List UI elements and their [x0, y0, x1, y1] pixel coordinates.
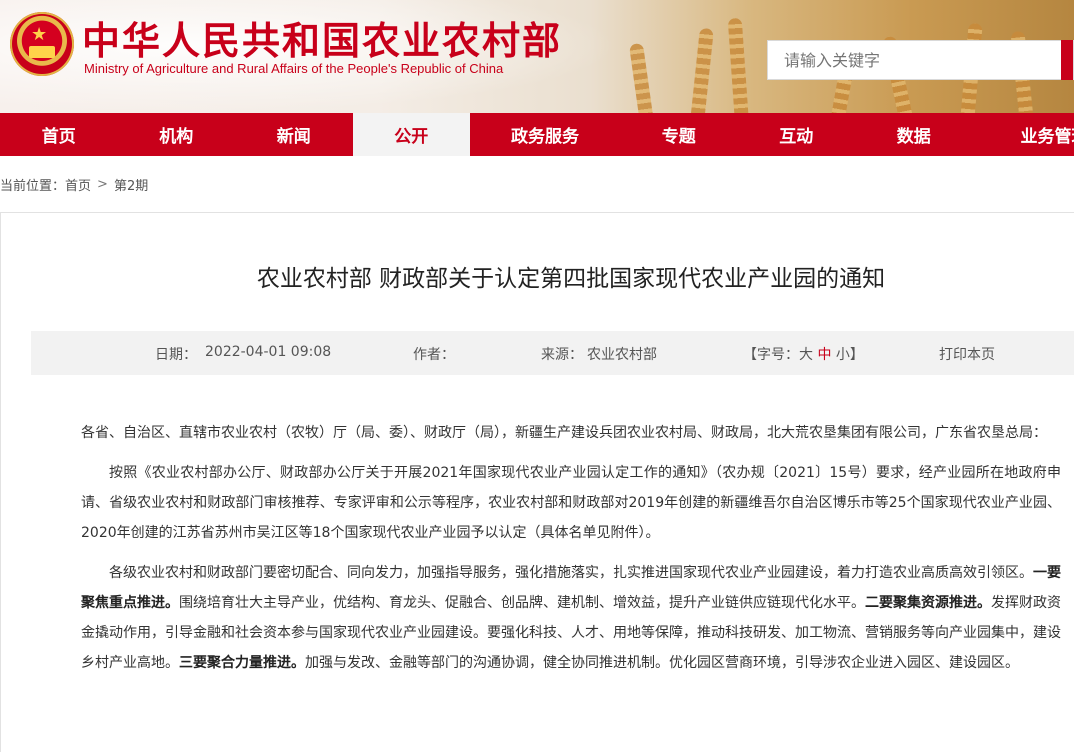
breadcrumb-current-link[interactable]: 第2期: [114, 175, 148, 194]
article-title: 农业农村部 财政部关于认定第四批国家现代农业产业园的通知: [1, 259, 1074, 293]
nav-item-business[interactable]: 业务管理: [973, 113, 1074, 156]
breadcrumb: 当前位置： 首页 > 第2期: [0, 156, 1074, 212]
search-button[interactable]: [1061, 40, 1073, 80]
paragraph-text: 各级农业农村和财政部门要密切配合、同向发力，加强指导服务，强化措施落实，扎实推进…: [109, 565, 1033, 581]
wheat-decoration: [629, 43, 654, 113]
paragraph-text: 围绕培育壮大主导产业，优结构、育龙头、促融合、创品牌、建机制、增效益，提升产业链…: [179, 595, 865, 611]
font-size-prefix: 【字号：: [743, 347, 799, 363]
nav-item-organization[interactable]: 机构: [118, 113, 236, 156]
nav-item-gov-services[interactable]: 政务服务: [470, 113, 620, 156]
publish-date: 2022-04-01 09:08: [205, 344, 331, 360]
nav-item-news[interactable]: 新闻: [235, 113, 353, 156]
search-input[interactable]: [768, 41, 1066, 79]
article-container: 农业农村部 财政部关于认定第四批国家现代农业产业园的通知 日期： 2022-04…: [0, 212, 1074, 752]
gate-icon: [29, 46, 55, 58]
emphasis-second-point: 二要聚集资源推进。: [865, 595, 991, 611]
font-size-suffix: 】: [850, 347, 864, 363]
breadcrumb-home-link[interactable]: 首页: [65, 175, 91, 194]
article-meta-bar: 日期： 2022-04-01 09:08 作者： 来源： 农业农村部 【字号：大…: [31, 331, 1074, 375]
paragraph-basis: 按照《农业农村部办公厅、财政部办公厅关于开展2021年国家现代农业产业园认定工作…: [81, 458, 1061, 548]
breadcrumb-prefix: 当前位置：: [0, 175, 65, 194]
font-size-medium-button[interactable]: 中: [817, 347, 831, 363]
author-label: 作者：: [413, 344, 455, 364]
breadcrumb-separator: >: [97, 177, 108, 192]
font-size-large-button[interactable]: 大: [799, 347, 813, 363]
font-size-control: 【字号：大 中 小】: [743, 344, 864, 364]
source-label: 来源：: [541, 344, 583, 364]
header-banner: ★ 中华人民共和国农业农村部 Ministry of Agriculture a…: [0, 0, 1074, 113]
article-body: 各省、自治区、直辖市农业农村（农牧）厅（局、委）、财政厅（局），新疆生产建设兵团…: [81, 418, 1061, 688]
date-label: 日期：: [155, 344, 197, 364]
paragraph-text: 加强与发改、金融等部门的沟通协调，健全协同推进机制。优化园区营商环境，引导涉农企…: [305, 655, 1019, 671]
nav-item-interaction[interactable]: 互动: [738, 113, 856, 156]
national-emblem-icon[interactable]: ★: [10, 12, 74, 76]
wheat-decoration: [690, 28, 714, 113]
site-title[interactable]: 中华人民共和国农业农村部: [82, 10, 562, 65]
nav-item-topics[interactable]: 专题: [620, 113, 738, 156]
source-value: 农业农村部: [587, 344, 657, 364]
star-icon: ★: [31, 26, 47, 44]
paragraph-requirements: 各级农业农村和财政部门要密切配合、同向发力，加强指导服务，强化措施落实，扎实推进…: [81, 558, 1061, 678]
print-page-button[interactable]: 打印本页: [939, 344, 995, 364]
font-size-small-button[interactable]: 小: [836, 347, 850, 363]
nav-item-home[interactable]: 首页: [0, 113, 118, 156]
nav-item-public[interactable]: 公开: [353, 113, 471, 156]
nav-item-data[interactable]: 数据: [855, 113, 973, 156]
wheat-decoration: [728, 18, 749, 113]
main-nav: 首页 机构 新闻 公开 政务服务 专题 互动 数据 业务管理: [0, 113, 1074, 156]
site-subtitle: Ministry of Agriculture and Rural Affair…: [84, 61, 503, 76]
emphasis-third-point: 三要聚合力量推进。: [179, 655, 305, 671]
search-box: [767, 40, 1074, 80]
paragraph-salutation: 各省、自治区、直辖市农业农村（农牧）厅（局、委）、财政厅（局），新疆生产建设兵团…: [81, 418, 1061, 448]
